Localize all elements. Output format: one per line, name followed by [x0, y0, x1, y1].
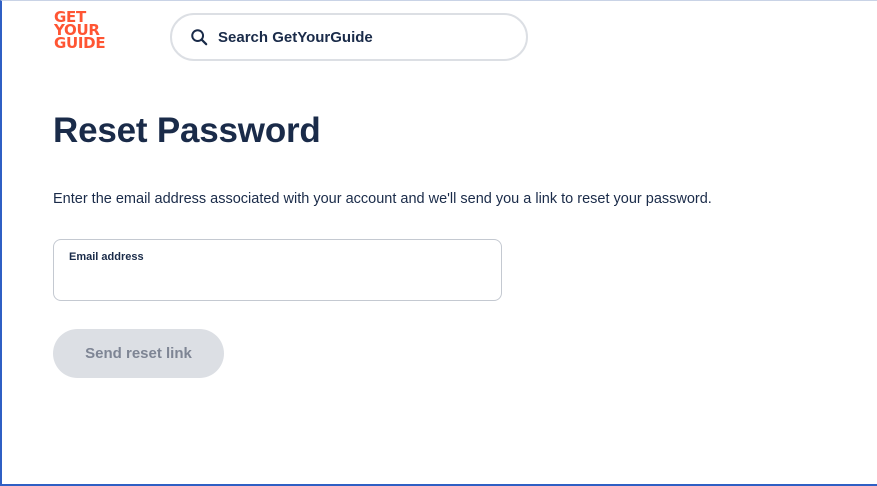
email-field-label: Email address — [69, 251, 144, 263]
header: GET YOUR GUIDE Search GetYourGuide — [2, 1, 877, 73]
search-placeholder: Search GetYourGuide — [218, 28, 373, 46]
send-reset-link-button[interactable]: Send reset link — [53, 329, 224, 378]
reset-instructions: Enter the email address associated with … — [53, 191, 712, 207]
search-icon — [191, 29, 208, 46]
browser-frame: GET YOUR GUIDE Search GetYourGuide Reset… — [0, 0, 877, 486]
getyourguide-logo[interactable]: GET YOUR GUIDE — [54, 10, 118, 52]
email-input[interactable] — [68, 268, 488, 292]
page-title: Reset Password — [53, 111, 321, 150]
email-field[interactable]: Email address — [53, 239, 502, 301]
search-bar[interactable]: Search GetYourGuide — [170, 13, 528, 61]
logo-line-3: GUIDE — [54, 34, 106, 52]
